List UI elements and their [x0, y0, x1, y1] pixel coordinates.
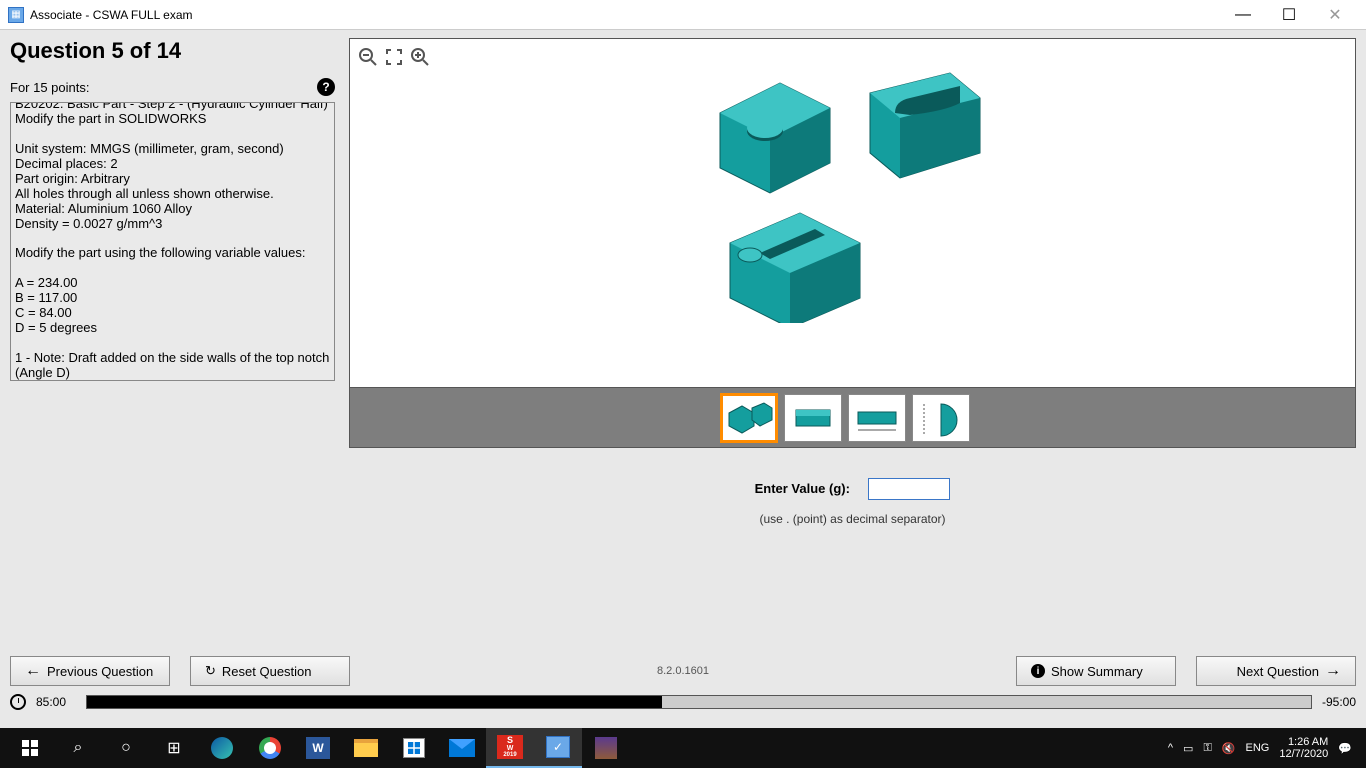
remaining-time: -95:00 [1322, 695, 1356, 709]
show-summary-button[interactable]: i Show Summary [1016, 656, 1176, 686]
answer-input[interactable] [868, 478, 950, 500]
question-header: Question 5 of 14 [10, 38, 335, 64]
exam-app-icon[interactable]: ✓ [534, 728, 582, 768]
answer-hint: (use . (point) as decimal separator) [349, 512, 1356, 526]
timer-row: 85:00 -95:00 [10, 694, 1356, 710]
word-icon[interactable]: W [294, 728, 342, 768]
time-progress-bar [86, 695, 1312, 709]
previous-question-button[interactable]: ← Previous Question [10, 656, 170, 686]
image-viewer [349, 38, 1356, 388]
clock-tray[interactable]: 1:26 AM 12/7/2020 [1279, 736, 1328, 760]
answer-area: Enter Value (g): (use . (point) as decim… [349, 478, 1356, 526]
thumbnail-bar [349, 388, 1356, 448]
arrow-right-icon: → [1325, 662, 1341, 680]
close-button[interactable]: ✕ [1312, 0, 1358, 30]
chrome-icon[interactable] [246, 728, 294, 768]
tray-time: 1:26 AM [1279, 736, 1328, 748]
thumbnail-3[interactable] [848, 394, 906, 442]
info-icon: i [1031, 664, 1045, 678]
refresh-icon: ↻ [205, 663, 216, 679]
part-render [690, 43, 990, 323]
thumbnail-1[interactable] [720, 393, 778, 443]
question-body[interactable]: B20202. Basic Part - Step 2 - (Hydraulic… [10, 102, 335, 381]
answer-label: Enter Value (g): [755, 481, 850, 496]
next-question-button[interactable]: Next Question → [1196, 656, 1356, 686]
wifi-icon[interactable]: ⚿ [1203, 742, 1211, 755]
reset-question-button[interactable]: ↻ Reset Question [190, 656, 350, 686]
summary-label: Show Summary [1051, 664, 1143, 679]
help-icon[interactable]: ? [317, 78, 335, 96]
previous-label: Previous Question [47, 664, 153, 679]
system-tray: ^ ▭ ⚿ 🔇 ENG 1:26 AM 12/7/2020 💬 [1168, 736, 1360, 760]
version-label: 8.2.0.1601 [657, 665, 709, 677]
time-progress-fill [87, 696, 662, 708]
title-bar: ▦ Associate - CSWA FULL exam — ☐ ✕ [0, 0, 1366, 30]
windows-taskbar: ⌕ ○ ⊞ W SW2019 ✓ ^ ▭ ⚿ 🔇 ENG 1:26 AM 12/… [0, 728, 1366, 768]
elapsed-time: 85:00 [36, 695, 76, 709]
cortana-icon[interactable]: ○ [102, 728, 150, 768]
minimize-button[interactable]: — [1220, 0, 1266, 30]
notifications-icon[interactable]: 💬 [1338, 742, 1352, 755]
zoom-in-icon[interactable] [408, 45, 432, 69]
thumbnail-2[interactable] [784, 394, 842, 442]
battery-icon[interactable]: ▭ [1183, 742, 1193, 755]
reset-label: Reset Question [222, 664, 312, 679]
tray-chevron-icon[interactable]: ^ [1168, 742, 1173, 754]
language-indicator[interactable]: ENG [1246, 742, 1270, 754]
fit-icon[interactable] [382, 45, 406, 69]
mail-icon[interactable] [438, 728, 486, 768]
explorer-icon[interactable] [342, 728, 390, 768]
store-icon[interactable] [390, 728, 438, 768]
task-view-icon[interactable]: ⊞ [150, 728, 198, 768]
clock-icon [10, 694, 26, 710]
next-label: Next Question [1237, 664, 1319, 679]
tray-date: 12/7/2020 [1279, 748, 1328, 760]
points-label: For 15 points: [10, 80, 90, 95]
window-title: Associate - CSWA FULL exam [30, 8, 1220, 22]
question-panel: Question 5 of 14 For 15 points: ? B20202… [10, 38, 335, 650]
search-icon[interactable]: ⌕ [54, 728, 102, 768]
arrow-left-icon: ← [25, 662, 41, 680]
zoom-out-icon[interactable] [356, 45, 380, 69]
volume-icon[interactable]: 🔇 [1222, 742, 1236, 755]
thumbnail-4[interactable] [912, 394, 970, 442]
start-button[interactable] [6, 728, 54, 768]
winrar-icon[interactable] [582, 728, 630, 768]
app-icon: ▦ [8, 7, 24, 23]
maximize-button[interactable]: ☐ [1266, 0, 1312, 30]
edge-icon[interactable] [198, 728, 246, 768]
solidworks-icon[interactable]: SW2019 [486, 728, 534, 768]
